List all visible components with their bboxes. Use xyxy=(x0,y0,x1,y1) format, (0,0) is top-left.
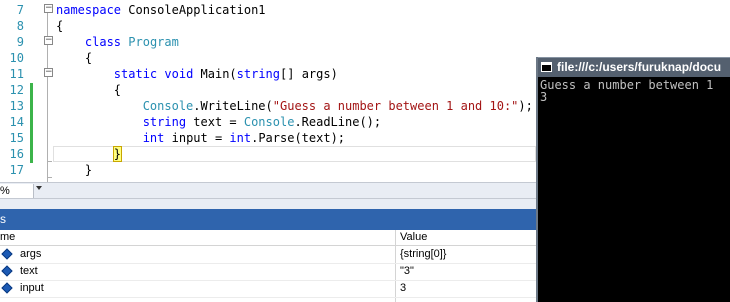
code-token: string xyxy=(236,67,281,81)
locals-row[interactable]: input 3 xyxy=(0,280,536,298)
code-token: text = xyxy=(186,115,244,129)
console-output-line: Guess a number between 1 xyxy=(540,78,714,92)
code-line[interactable]: class Program xyxy=(56,34,179,50)
code-token: string xyxy=(142,115,187,129)
line-number: 12 xyxy=(9,83,24,97)
panel-splitter[interactable] xyxy=(0,199,536,209)
code-token: Console xyxy=(142,99,194,113)
zoom-level-box[interactable]: % xyxy=(0,184,34,198)
code-line[interactable]: } xyxy=(56,162,92,178)
code-token: void xyxy=(164,67,194,81)
zoom-level-value: % xyxy=(0,185,10,197)
code-line[interactable]: { xyxy=(56,18,63,34)
column-header-name[interactable]: me xyxy=(0,230,15,245)
collapse-class-icon[interactable]: − xyxy=(44,36,53,45)
change-indicator-bar xyxy=(30,83,33,163)
line-number: 9 xyxy=(16,35,24,49)
locals-row-value[interactable]: "3" xyxy=(400,263,414,280)
line-number: 13 xyxy=(9,99,24,113)
fold-end-marker xyxy=(47,177,52,178)
line-number: 10 xyxy=(9,51,24,65)
code-token: ); xyxy=(518,99,533,113)
console-title: file:///c:/users/furuknap/docu xyxy=(557,60,722,74)
console-window-border xyxy=(536,57,538,302)
code-token: { xyxy=(56,83,122,97)
column-header-value[interactable]: Value xyxy=(400,230,427,245)
code-line[interactable]: { xyxy=(56,50,92,66)
code-token: class xyxy=(84,35,122,49)
current-line-highlight xyxy=(53,146,536,162)
locals-grid[interactable]: me Value args {string[0]} text "3" input 3 xyxy=(0,230,536,302)
code-editor[interactable]: 7 8 9 10 11 12 13 14 15 16 17 − − − namespace Cons… xyxy=(0,0,536,182)
line-number: 17 xyxy=(9,163,24,177)
console-output-line: 3 xyxy=(540,90,548,104)
code-token: .Parse(text); xyxy=(251,131,346,145)
locals-row-name: text xyxy=(20,265,38,277)
code-line[interactable]: string text = Console.ReadLine(); xyxy=(56,114,381,130)
code-line[interactable]: namespace ConsoleApplication1 xyxy=(56,2,266,18)
code-token: int xyxy=(142,131,165,145)
locals-row-name: input xyxy=(20,282,44,294)
zoom-dropdown-arrow-icon[interactable] xyxy=(36,186,42,190)
console-app-icon xyxy=(541,62,552,72)
locals-row-name: args xyxy=(20,248,42,260)
code-token: .WriteLine( xyxy=(193,99,273,113)
line-number: 8 xyxy=(16,19,24,33)
code-token: Console xyxy=(243,115,295,129)
console-title-bar[interactable]: file:///c:/users/furuknap/docu xyxy=(536,57,730,77)
code-token: { xyxy=(56,51,93,65)
collapse-namespace-icon[interactable]: − xyxy=(44,4,53,13)
line-number: 14 xyxy=(9,115,24,129)
code-token: [] args) xyxy=(280,67,338,81)
code-line[interactable]: int input = int.Parse(text); xyxy=(56,130,345,146)
code-token: ConsoleApplication1 xyxy=(121,3,266,17)
code-token: Program xyxy=(128,35,179,49)
code-line[interactable]: Console.WriteLine("Guess a number betwee… xyxy=(56,98,533,114)
locals-panel-title-bar[interactable]: s xyxy=(0,209,536,230)
line-number: 16 xyxy=(9,147,24,161)
variable-icon xyxy=(1,248,13,260)
console-output: Guess a number between 13 xyxy=(540,79,713,103)
code-token: int xyxy=(229,131,252,145)
locals-row[interactable]: args {string[0]} xyxy=(0,246,536,264)
code-line[interactable]: static void Main(string[] args) xyxy=(56,66,338,82)
console-window[interactable]: file:///c:/users/furuknap/docu Guess a n… xyxy=(536,57,730,302)
locals-row-value[interactable]: 3 xyxy=(400,280,406,297)
code-token: } xyxy=(56,163,93,177)
code-line[interactable]: { xyxy=(56,82,121,98)
line-number: 11 xyxy=(9,67,24,81)
code-token: input = xyxy=(164,131,230,145)
locals-row[interactable]: text "3" xyxy=(0,263,536,281)
variable-icon xyxy=(1,265,13,277)
code-token: .ReadLine(); xyxy=(294,115,382,129)
variable-icon xyxy=(1,282,13,294)
editor-status-strip: % xyxy=(0,182,536,199)
line-number: 7 xyxy=(16,3,24,17)
locals-panel-title: s xyxy=(0,212,6,226)
code-line[interactable]: } xyxy=(56,146,123,162)
collapse-method-icon[interactable]: − xyxy=(44,68,53,77)
locals-grid-header: me Value xyxy=(0,230,536,246)
code-token: static xyxy=(113,67,158,81)
fold-end-marker xyxy=(47,161,52,162)
matched-brace: } xyxy=(112,146,123,162)
locals-row-value[interactable]: {string[0]} xyxy=(400,246,446,263)
line-number: 15 xyxy=(9,131,24,145)
code-token: Main( xyxy=(193,67,237,81)
code-token: namespace xyxy=(56,3,122,17)
code-token: { xyxy=(56,19,64,33)
code-token: "Guess a number between 1 and 10:" xyxy=(272,99,519,113)
